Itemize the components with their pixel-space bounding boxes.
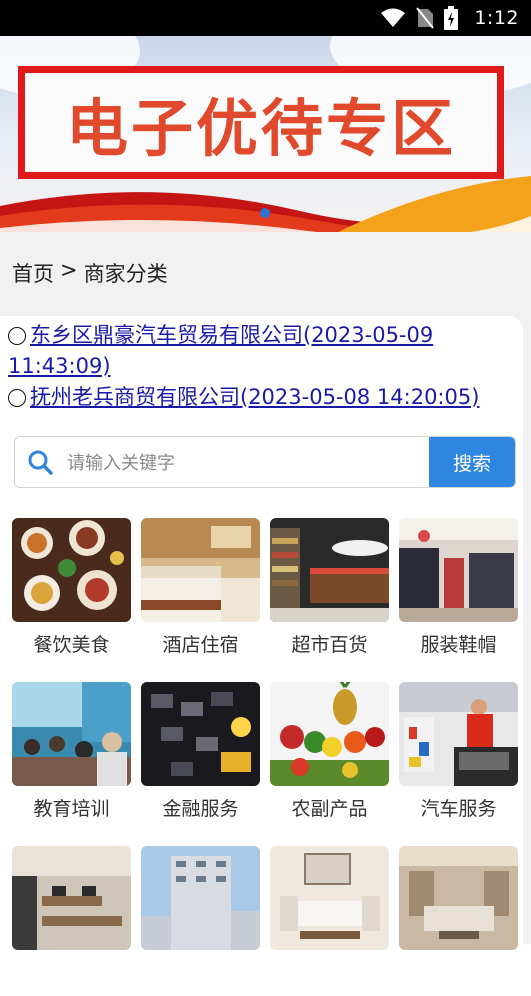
news-item: 东乡区鼎豪汽车贸易有限公司(2023-05-09 11:43:09) xyxy=(8,320,508,382)
category-supermarket[interactable]: 超市百货 xyxy=(270,518,390,668)
status-bar: 1:12 xyxy=(0,0,531,36)
agriculture-image xyxy=(270,682,389,786)
category-real-estate[interactable] xyxy=(141,846,261,996)
category-hotel[interactable]: 酒店住宿 xyxy=(141,518,261,668)
breadcrumb-home[interactable]: 首页 xyxy=(12,258,54,288)
supermarket-image xyxy=(270,518,389,622)
category-decoration[interactable] xyxy=(399,846,519,996)
real-estate-image xyxy=(141,846,260,950)
news-item: 抚州老兵商贸有限公司(2023-05-08 14:20:05) xyxy=(8,382,508,413)
circle-bullet-icon xyxy=(8,327,26,345)
news-link[interactable]: 抚州老兵商贸有限公司(2023-05-08 14:20:05) xyxy=(30,385,479,409)
breadcrumb-current: 商家分类 xyxy=(83,262,168,286)
decoration-image xyxy=(399,846,518,950)
category-label: 服装鞋帽 xyxy=(420,634,497,656)
category-office[interactable] xyxy=(12,846,132,996)
status-time: 1:12 xyxy=(474,7,519,29)
category-label: 金融服务 xyxy=(162,798,239,820)
breadcrumb: 首页 > 商家分类 xyxy=(12,258,168,288)
category-apparel[interactable]: 服装鞋帽 xyxy=(399,518,519,668)
category-dining[interactable]: 餐饮美食 xyxy=(12,518,132,668)
search-button[interactable]: 搜索 xyxy=(429,437,515,487)
category-label: 餐饮美食 xyxy=(33,634,110,656)
merchant-panel: 东乡区鼎豪汽车贸易有限公司(2023-05-09 11:43:09) 抚州老兵商… xyxy=(0,316,523,956)
furniture-image xyxy=(270,846,389,950)
category-label: 汽车服务 xyxy=(420,798,497,820)
banner-title: 电子优待专区 xyxy=(65,91,456,165)
breadcrumb-separator: > xyxy=(60,258,78,282)
search-bar: 搜索 xyxy=(14,436,516,488)
wifi-icon xyxy=(380,8,406,28)
news-link[interactable]: 东乡区鼎豪汽车贸易有限公司(2023-05-09 11:43:09) xyxy=(8,323,433,378)
banner-sign: 电子优待专区 xyxy=(18,66,504,179)
search-input[interactable] xyxy=(65,437,431,487)
apparel-image xyxy=(399,518,518,622)
search-icon xyxy=(27,449,53,479)
category-furniture[interactable] xyxy=(270,846,390,996)
battery-icon xyxy=(444,6,459,30)
circle-bullet-icon xyxy=(8,389,26,407)
category-label: 酒店住宿 xyxy=(162,634,239,656)
category-auto-service[interactable]: 汽车服务 xyxy=(399,682,519,832)
content-area: 首页 > 商家分类 东乡区鼎豪汽车贸易有限公司(2023-05-09 11:43… xyxy=(0,232,531,956)
auto-service-image xyxy=(399,682,518,786)
promo-banner[interactable]: 电子优待专区 xyxy=(0,36,531,232)
no-sim-icon xyxy=(416,7,435,29)
category-label: 农副产品 xyxy=(291,798,368,820)
category-label: 超市百货 xyxy=(291,634,368,656)
category-label: 教育培训 xyxy=(33,798,110,820)
office-image xyxy=(12,846,131,950)
news-list: 东乡区鼎豪汽车贸易有限公司(2023-05-09 11:43:09) 抚州老兵商… xyxy=(8,320,508,413)
category-agriculture[interactable]: 农副产品 xyxy=(270,682,390,832)
education-image xyxy=(12,682,131,786)
carousel-indicator[interactable] xyxy=(260,208,270,218)
dining-image xyxy=(12,518,131,622)
finance-image xyxy=(141,682,260,786)
category-finance[interactable]: 金融服务 xyxy=(141,682,261,832)
hotel-image xyxy=(141,518,260,622)
category-education[interactable]: 教育培训 xyxy=(12,682,132,832)
